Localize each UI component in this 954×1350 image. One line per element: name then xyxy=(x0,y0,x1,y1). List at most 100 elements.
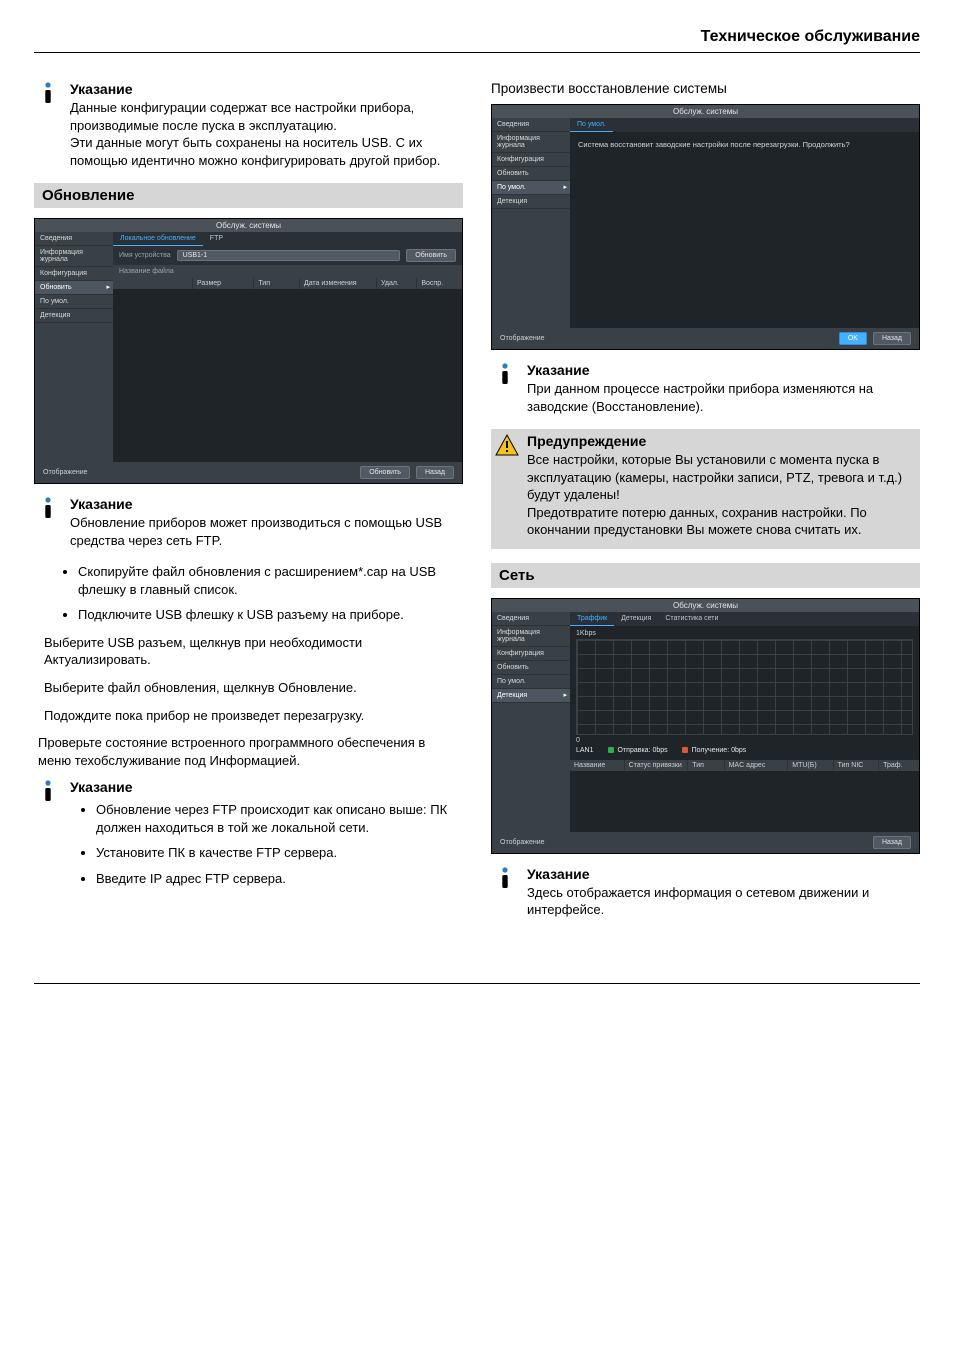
two-column-layout: Указание Данные конфигурации содержат вс… xyxy=(34,81,920,933)
col-bind: Статус привязки xyxy=(625,760,689,771)
screenshot-update: Обслуж. системы Сведения Информация журн… xyxy=(34,218,463,484)
file-table-header: Размер Тип Дата изменения Удал. Воспр. xyxy=(113,278,462,289)
legend-dot-send-icon xyxy=(608,747,614,753)
warning-icon xyxy=(493,433,521,539)
col-nic: Тип NIC xyxy=(834,760,879,771)
col-traf: Траф. xyxy=(879,760,919,771)
info-icon xyxy=(34,779,62,897)
list-item: Подключите USB флешку к USB разъему на п… xyxy=(78,606,463,624)
note-restore: Указание При данном процессе настройки п… xyxy=(491,362,920,415)
note-title: Указание xyxy=(527,362,920,378)
screenshot-restore: Обслуж. системы Сведения Информация журн… xyxy=(491,104,920,350)
note-title: Указание xyxy=(70,81,463,97)
list-item: Обновление через FTP происходит как опис… xyxy=(96,801,463,836)
step-text: Проверьте состояние встроенного программ… xyxy=(38,734,459,769)
info-icon xyxy=(34,496,62,549)
sidebar-item[interactable]: Обновить xyxy=(492,167,570,181)
warning-box: Предупреждение Все настройки, которые Вы… xyxy=(491,429,920,549)
ui-window-title: Обслуж. системы xyxy=(492,599,919,612)
note-text: Данные конфигурации содержат все настрой… xyxy=(70,99,463,169)
left-column: Указание Данные конфигурации содержат вс… xyxy=(34,81,463,933)
footer-label: Отображение xyxy=(500,335,545,342)
back-button[interactable]: Назад xyxy=(873,836,911,849)
ui-footer: Отображение OK Назад xyxy=(492,328,919,349)
info-icon xyxy=(34,81,62,169)
sidebar-item-selected[interactable]: По умол. xyxy=(492,181,570,195)
sidebar-item[interactable]: Конфигурация xyxy=(492,153,570,167)
note-text: При данном процессе настройки прибора из… xyxy=(527,380,920,415)
ui-sidebar: Сведения Информация журнала Конфигурация… xyxy=(492,118,570,328)
warning-text: Все настройки, которые Вы установили с м… xyxy=(527,451,914,539)
update-button[interactable]: Обновить xyxy=(360,466,410,479)
ui-footer: Отображение Обновить Назад xyxy=(35,462,462,483)
note-network: Указание Здесь отображается информация о… xyxy=(491,866,920,919)
tab-default[interactable]: По умол. xyxy=(570,118,613,132)
sidebar-item[interactable]: По умол. xyxy=(492,675,570,689)
section-heading-net: Сеть xyxy=(491,563,920,588)
col-mac: MAC адрес xyxy=(725,760,789,771)
net-table-header: Название Статус привязки Тип MAC адрес M… xyxy=(570,760,919,771)
ui-tabs: Локальное обновление FTP xyxy=(113,232,462,246)
sidebar-item[interactable]: Детекция xyxy=(35,309,113,323)
back-button[interactable]: Назад xyxy=(873,332,911,345)
refresh-button[interactable]: Обновить xyxy=(406,249,456,262)
list-item: Скопируйте файл обновления с расширением… xyxy=(78,563,463,598)
sidebar-item[interactable]: Сведения xyxy=(492,612,570,626)
ui-file-row: Название файла xyxy=(113,265,462,278)
heading-restore: Произвести восстановление системы xyxy=(491,81,920,96)
ui-window-title: Обслуж. системы xyxy=(492,105,919,118)
legend-dot-recv-icon xyxy=(682,747,688,753)
footer-label: Отображение xyxy=(500,839,545,846)
col-type: Тип xyxy=(688,760,724,771)
screenshot-network: Обслуж. системы Сведения Информация журн… xyxy=(491,598,920,854)
filename-label: Название файла xyxy=(119,268,199,275)
tab-local-update[interactable]: Локальное обновление xyxy=(113,232,203,246)
info-icon xyxy=(491,866,519,919)
sidebar-item[interactable]: Информация журнала xyxy=(492,626,570,647)
sidebar-item[interactable]: Конфигурация xyxy=(492,647,570,661)
col-size: Размер xyxy=(193,278,254,289)
bullet-list-ftp: Обновление через FTP происходит как опис… xyxy=(96,801,463,887)
sidebar-item[interactable]: Сведения xyxy=(35,232,113,246)
right-column: Произвести восстановление системы Обслуж… xyxy=(491,81,920,933)
legend-send: Отправка: 0bps xyxy=(618,747,668,754)
restore-message: Система восстановит заводские настройки … xyxy=(570,132,919,157)
footer-label: Отображение xyxy=(43,469,88,476)
sidebar-item[interactable]: Детекция xyxy=(492,195,570,209)
list-item: Установите ПК в качестве FTP сервера. xyxy=(96,844,463,862)
col-name: Название xyxy=(570,760,625,771)
bullet-list-copy-connect: Скопируйте файл обновления с расширением… xyxy=(78,563,463,624)
y-zero-label: 0 xyxy=(576,737,913,744)
sidebar-item-selected[interactable]: Обновить xyxy=(35,281,113,295)
ui-sidebar: Сведения Информация журнала Конфигурация… xyxy=(35,232,113,462)
legend-recv: Получение: 0bps xyxy=(692,747,747,754)
section-heading-update: Обновление xyxy=(34,183,463,208)
note-ftp-update: Указание Обновление через FTP происходит… xyxy=(34,779,463,897)
back-button[interactable]: Назад xyxy=(416,466,454,479)
ui-footer: Отображение Назад xyxy=(492,832,919,853)
ui-device-row: Имя устройства USB1-1 Обновить xyxy=(113,246,462,265)
list-item: Введите IP адрес FTP сервера. xyxy=(96,870,463,888)
step-text: Выберите файл обновления, щелкнув Обновл… xyxy=(44,679,459,697)
sidebar-item[interactable]: По умол. xyxy=(35,295,113,309)
note-text: Обновление приборов может производиться … xyxy=(70,514,463,549)
sidebar-item[interactable]: Сведения xyxy=(492,118,570,132)
note-text: Здесь отображается информация о сетевом … xyxy=(527,884,920,919)
info-icon xyxy=(491,362,519,415)
tab-stats[interactable]: Статистика сети xyxy=(658,612,725,626)
sidebar-item-selected[interactable]: Детекция xyxy=(492,689,570,703)
ui-sidebar: Сведения Информация журнала Конфигурация… xyxy=(492,612,570,832)
ok-button[interactable]: OK xyxy=(839,332,867,345)
device-name-label: Имя устройства xyxy=(119,252,171,259)
tab-ftp[interactable]: FTP xyxy=(203,232,230,246)
tab-detection[interactable]: Детекция xyxy=(614,612,658,626)
sidebar-item[interactable]: Информация журнала xyxy=(35,246,113,267)
sidebar-item[interactable]: Конфигурация xyxy=(35,267,113,281)
tab-traffic[interactable]: Траффик xyxy=(570,612,614,626)
y-axis-label: 1Kbps xyxy=(576,630,913,637)
sidebar-item[interactable]: Информация журнала xyxy=(492,132,570,153)
note-title: Указание xyxy=(70,496,463,512)
sidebar-item[interactable]: Обновить xyxy=(492,661,570,675)
col-del: Удал. xyxy=(377,278,417,289)
device-select[interactable]: USB1-1 xyxy=(177,250,401,261)
